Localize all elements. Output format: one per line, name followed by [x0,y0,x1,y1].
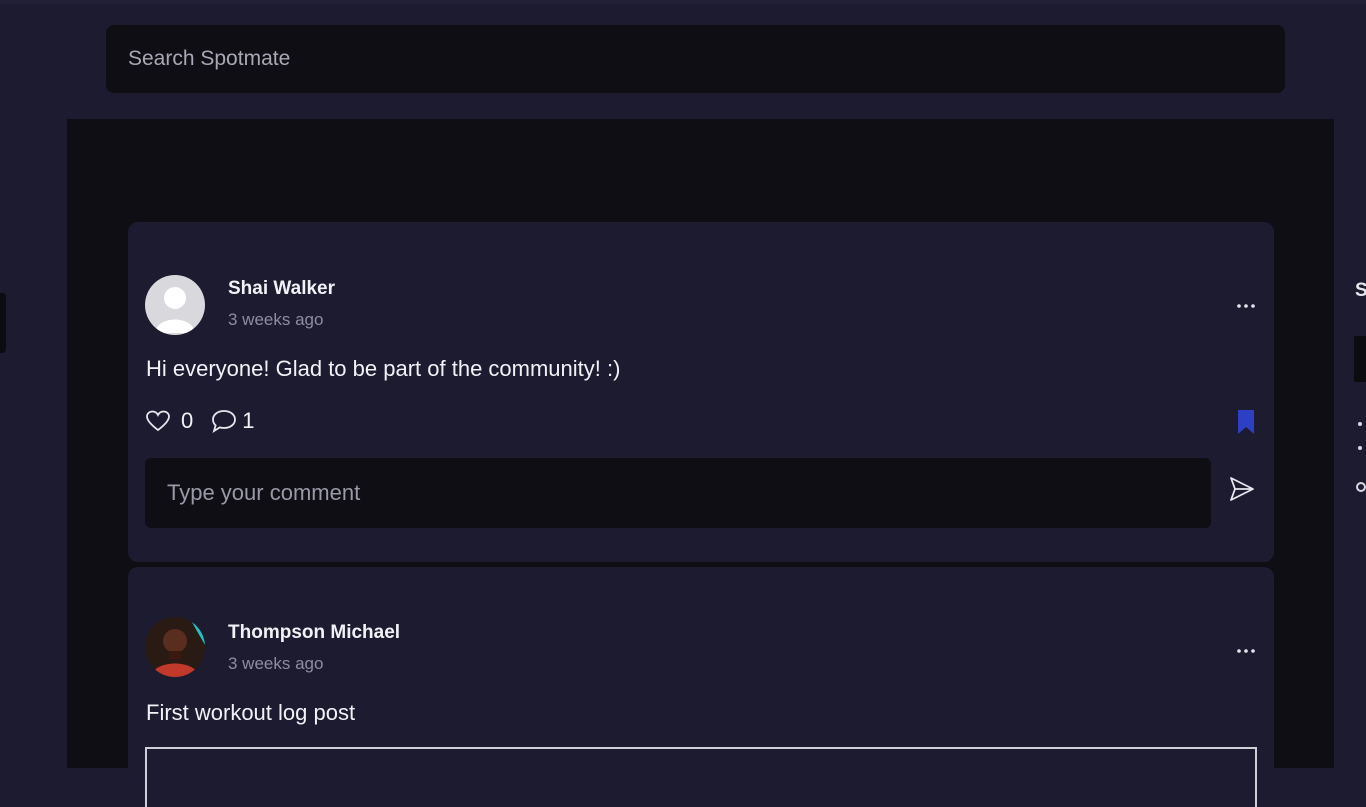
send-icon[interactable] [1228,475,1256,508]
heart-icon [146,410,170,432]
right-panel-input[interactable] [1354,336,1366,382]
post-text: First workout log post [146,700,356,725]
left-panel-edge [0,293,6,353]
author-avatar[interactable] [145,617,205,677]
right-panel-bullet [1358,422,1362,426]
right-panel-bullet [1358,446,1362,450]
post-media[interactable] [145,747,1257,807]
bookmark-icon[interactable] [1236,409,1256,440]
default-user-avatar-icon [145,275,205,335]
user-photo-avatar-icon [145,617,205,677]
author-name[interactable]: Shai Walker [228,278,335,300]
post-timestamp: 3 weeks ago [228,310,324,329]
right-panel-heading: S [1355,280,1366,301]
like-button[interactable]: 0 [145,408,193,434]
comment-input[interactable] [165,479,1211,507]
comment-count: 1 [242,408,255,433]
author-avatar[interactable] [145,275,205,335]
top-strip [0,0,1366,4]
search-bar[interactable] [106,25,1285,93]
more-options-icon[interactable] [1236,296,1256,308]
like-count: 0 [181,408,194,433]
post-timestamp: 3 weeks ago [228,654,324,673]
comment-button[interactable]: 1 [210,408,255,434]
post-card: Shai Walker 3 weeks ago Hi everyone! Gla… [128,222,1274,562]
comment-bubble-icon [212,410,237,433]
author-name[interactable]: Thompson Michael [228,622,400,644]
post-text: Hi everyone! Glad to be part of the comm… [146,356,621,381]
post-card: Thompson Michael 3 weeks ago First worko… [128,567,1274,807]
more-options-icon[interactable] [1236,641,1256,653]
search-input[interactable] [126,46,1285,72]
post-actions: 0 1 [145,408,255,434]
right-panel-icon[interactable] [1355,480,1366,492]
comment-field[interactable] [145,458,1211,528]
